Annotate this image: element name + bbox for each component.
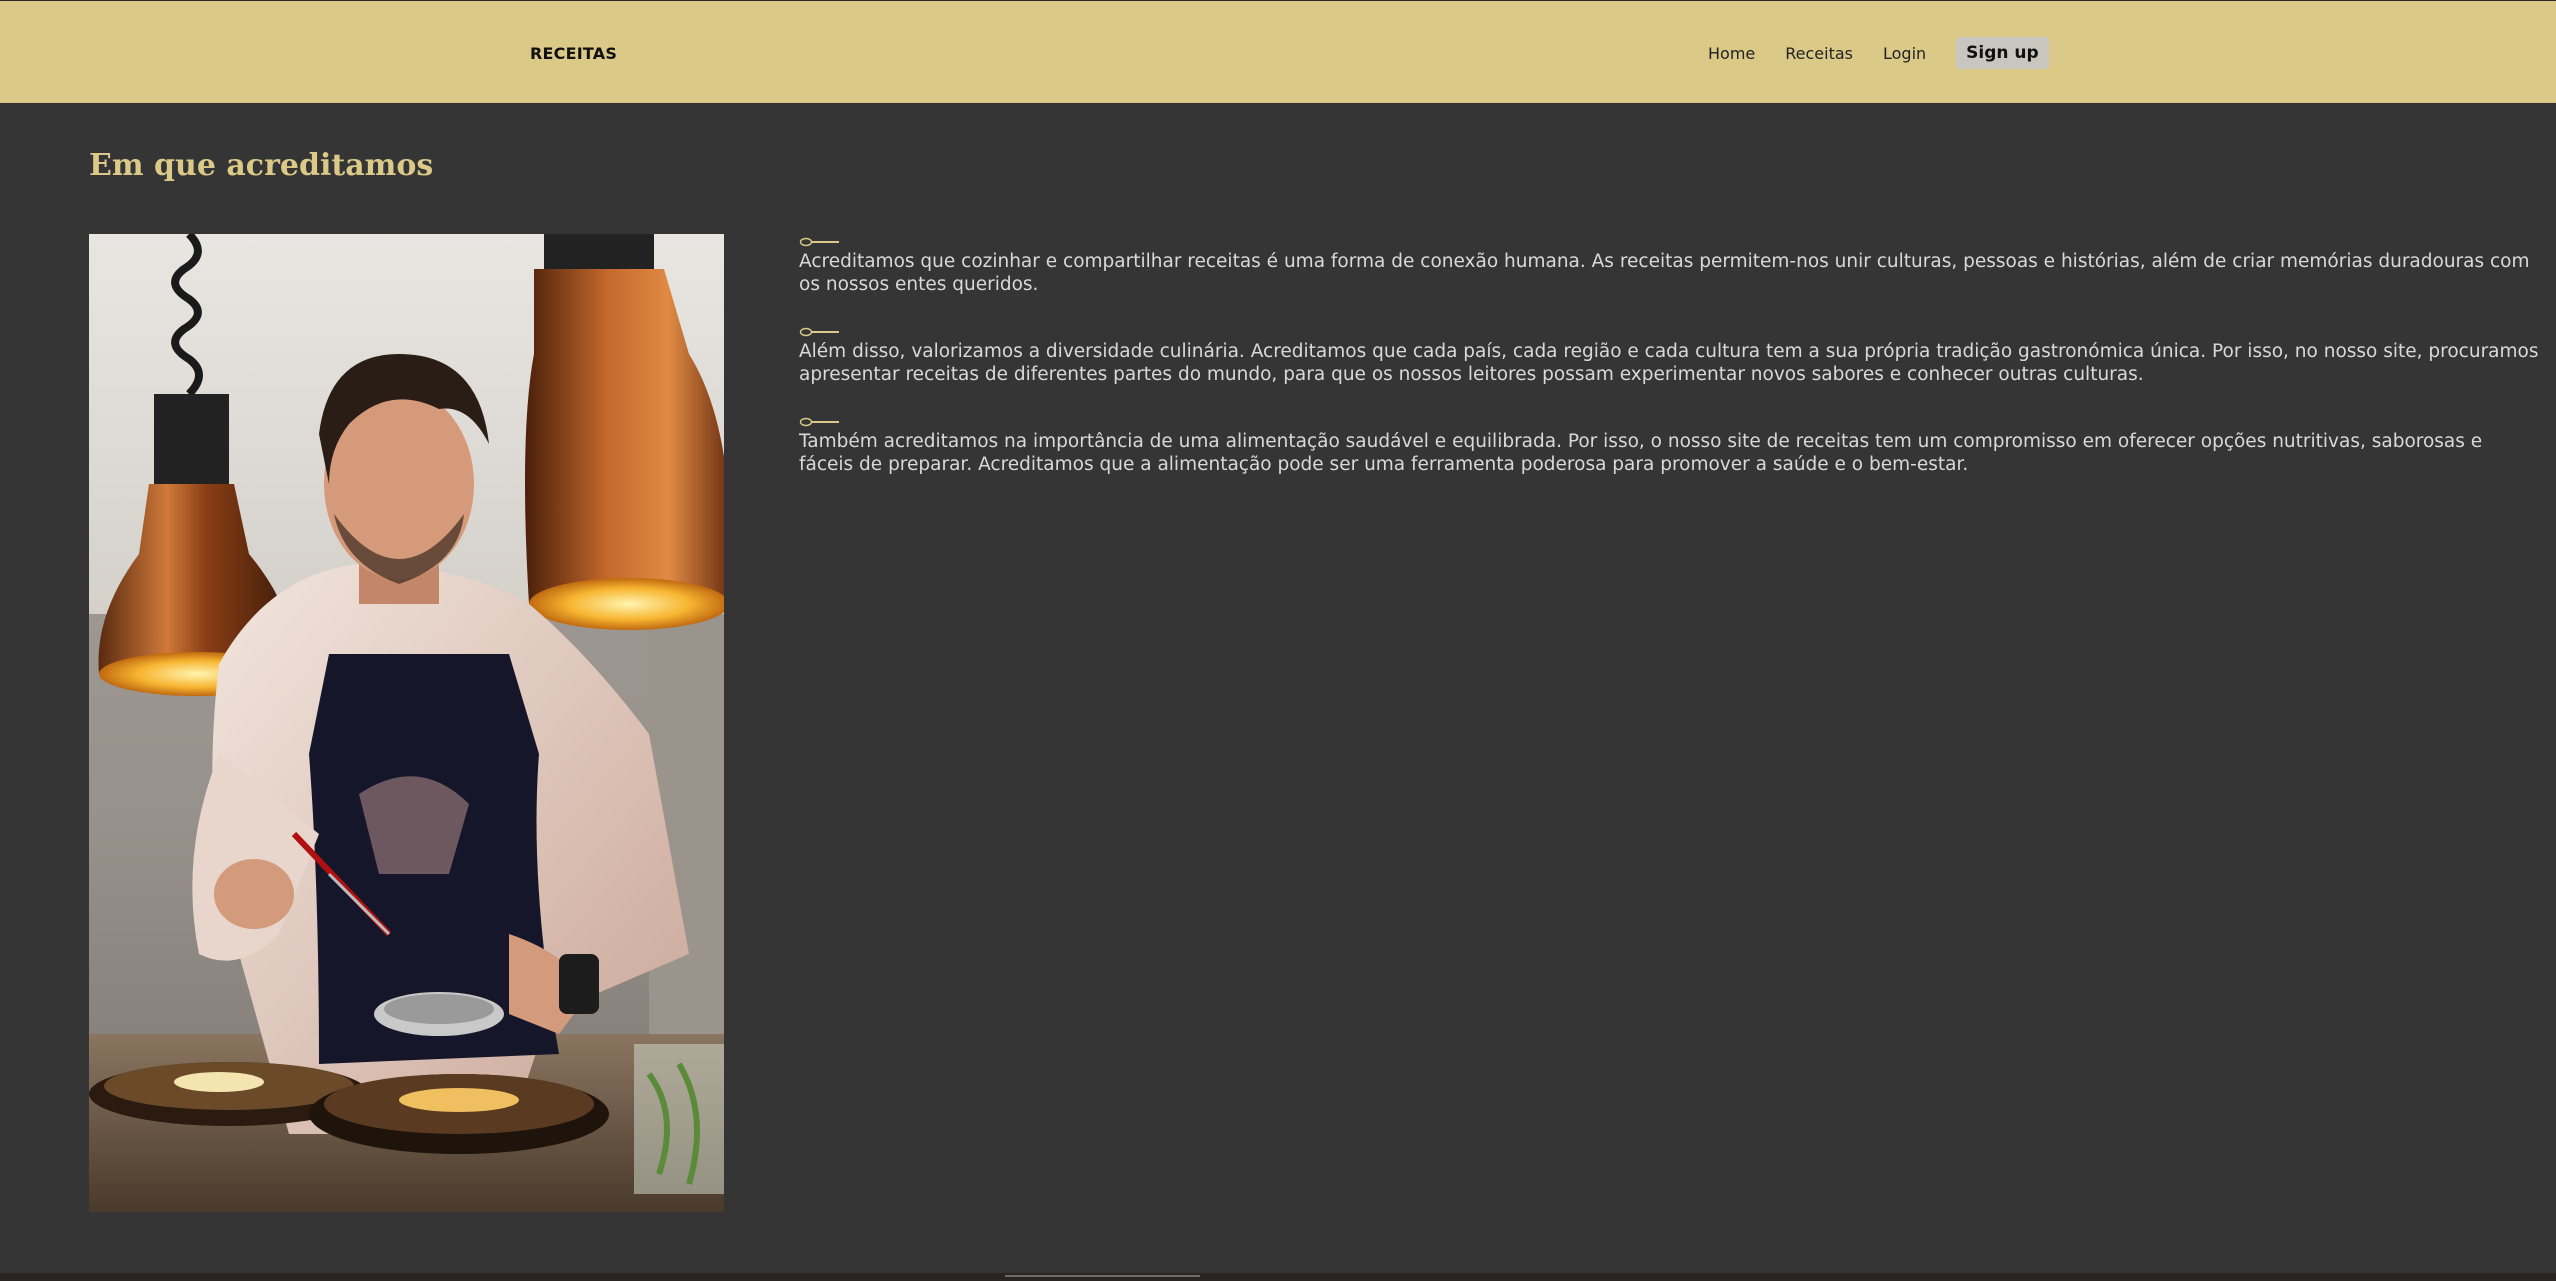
spoon-icon: [799, 237, 839, 247]
nav-receitas-link[interactable]: Receitas: [1785, 44, 1853, 63]
belief-text: Também acreditamos na importância de uma…: [799, 431, 2483, 475]
belief-text: Acreditamos que cozinhar e compartilhar …: [799, 251, 2530, 295]
nav-home-link[interactable]: Home: [1708, 44, 1755, 63]
beliefs-list: Acreditamos que cozinhar e compartilhar …: [799, 236, 2539, 506]
chef-photo: [89, 234, 724, 1212]
scroll-indicator: [1005, 1275, 1200, 1277]
spoon-icon: [799, 327, 839, 337]
belief-item: Acreditamos que cozinhar e compartilhar …: [799, 236, 2539, 296]
belief-text: Além disso, valorizamos a diversidade cu…: [799, 341, 2539, 385]
brand-logo[interactable]: RECEITAS: [530, 44, 617, 63]
spoon-icon: [799, 417, 839, 427]
page-title: Em que acreditamos: [89, 148, 434, 183]
nav-links: Home Receitas Login Sign up: [1708, 36, 2049, 70]
signup-button[interactable]: Sign up: [1956, 37, 2049, 69]
bottom-strip: [0, 1273, 2556, 1281]
navbar: RECEITAS Home Receitas Login Sign up: [0, 0, 2556, 103]
belief-item: Além disso, valorizamos a diversidade cu…: [799, 326, 2539, 386]
nav-login-link[interactable]: Login: [1883, 44, 1926, 63]
belief-item: Também acreditamos na importância de uma…: [799, 416, 2539, 476]
